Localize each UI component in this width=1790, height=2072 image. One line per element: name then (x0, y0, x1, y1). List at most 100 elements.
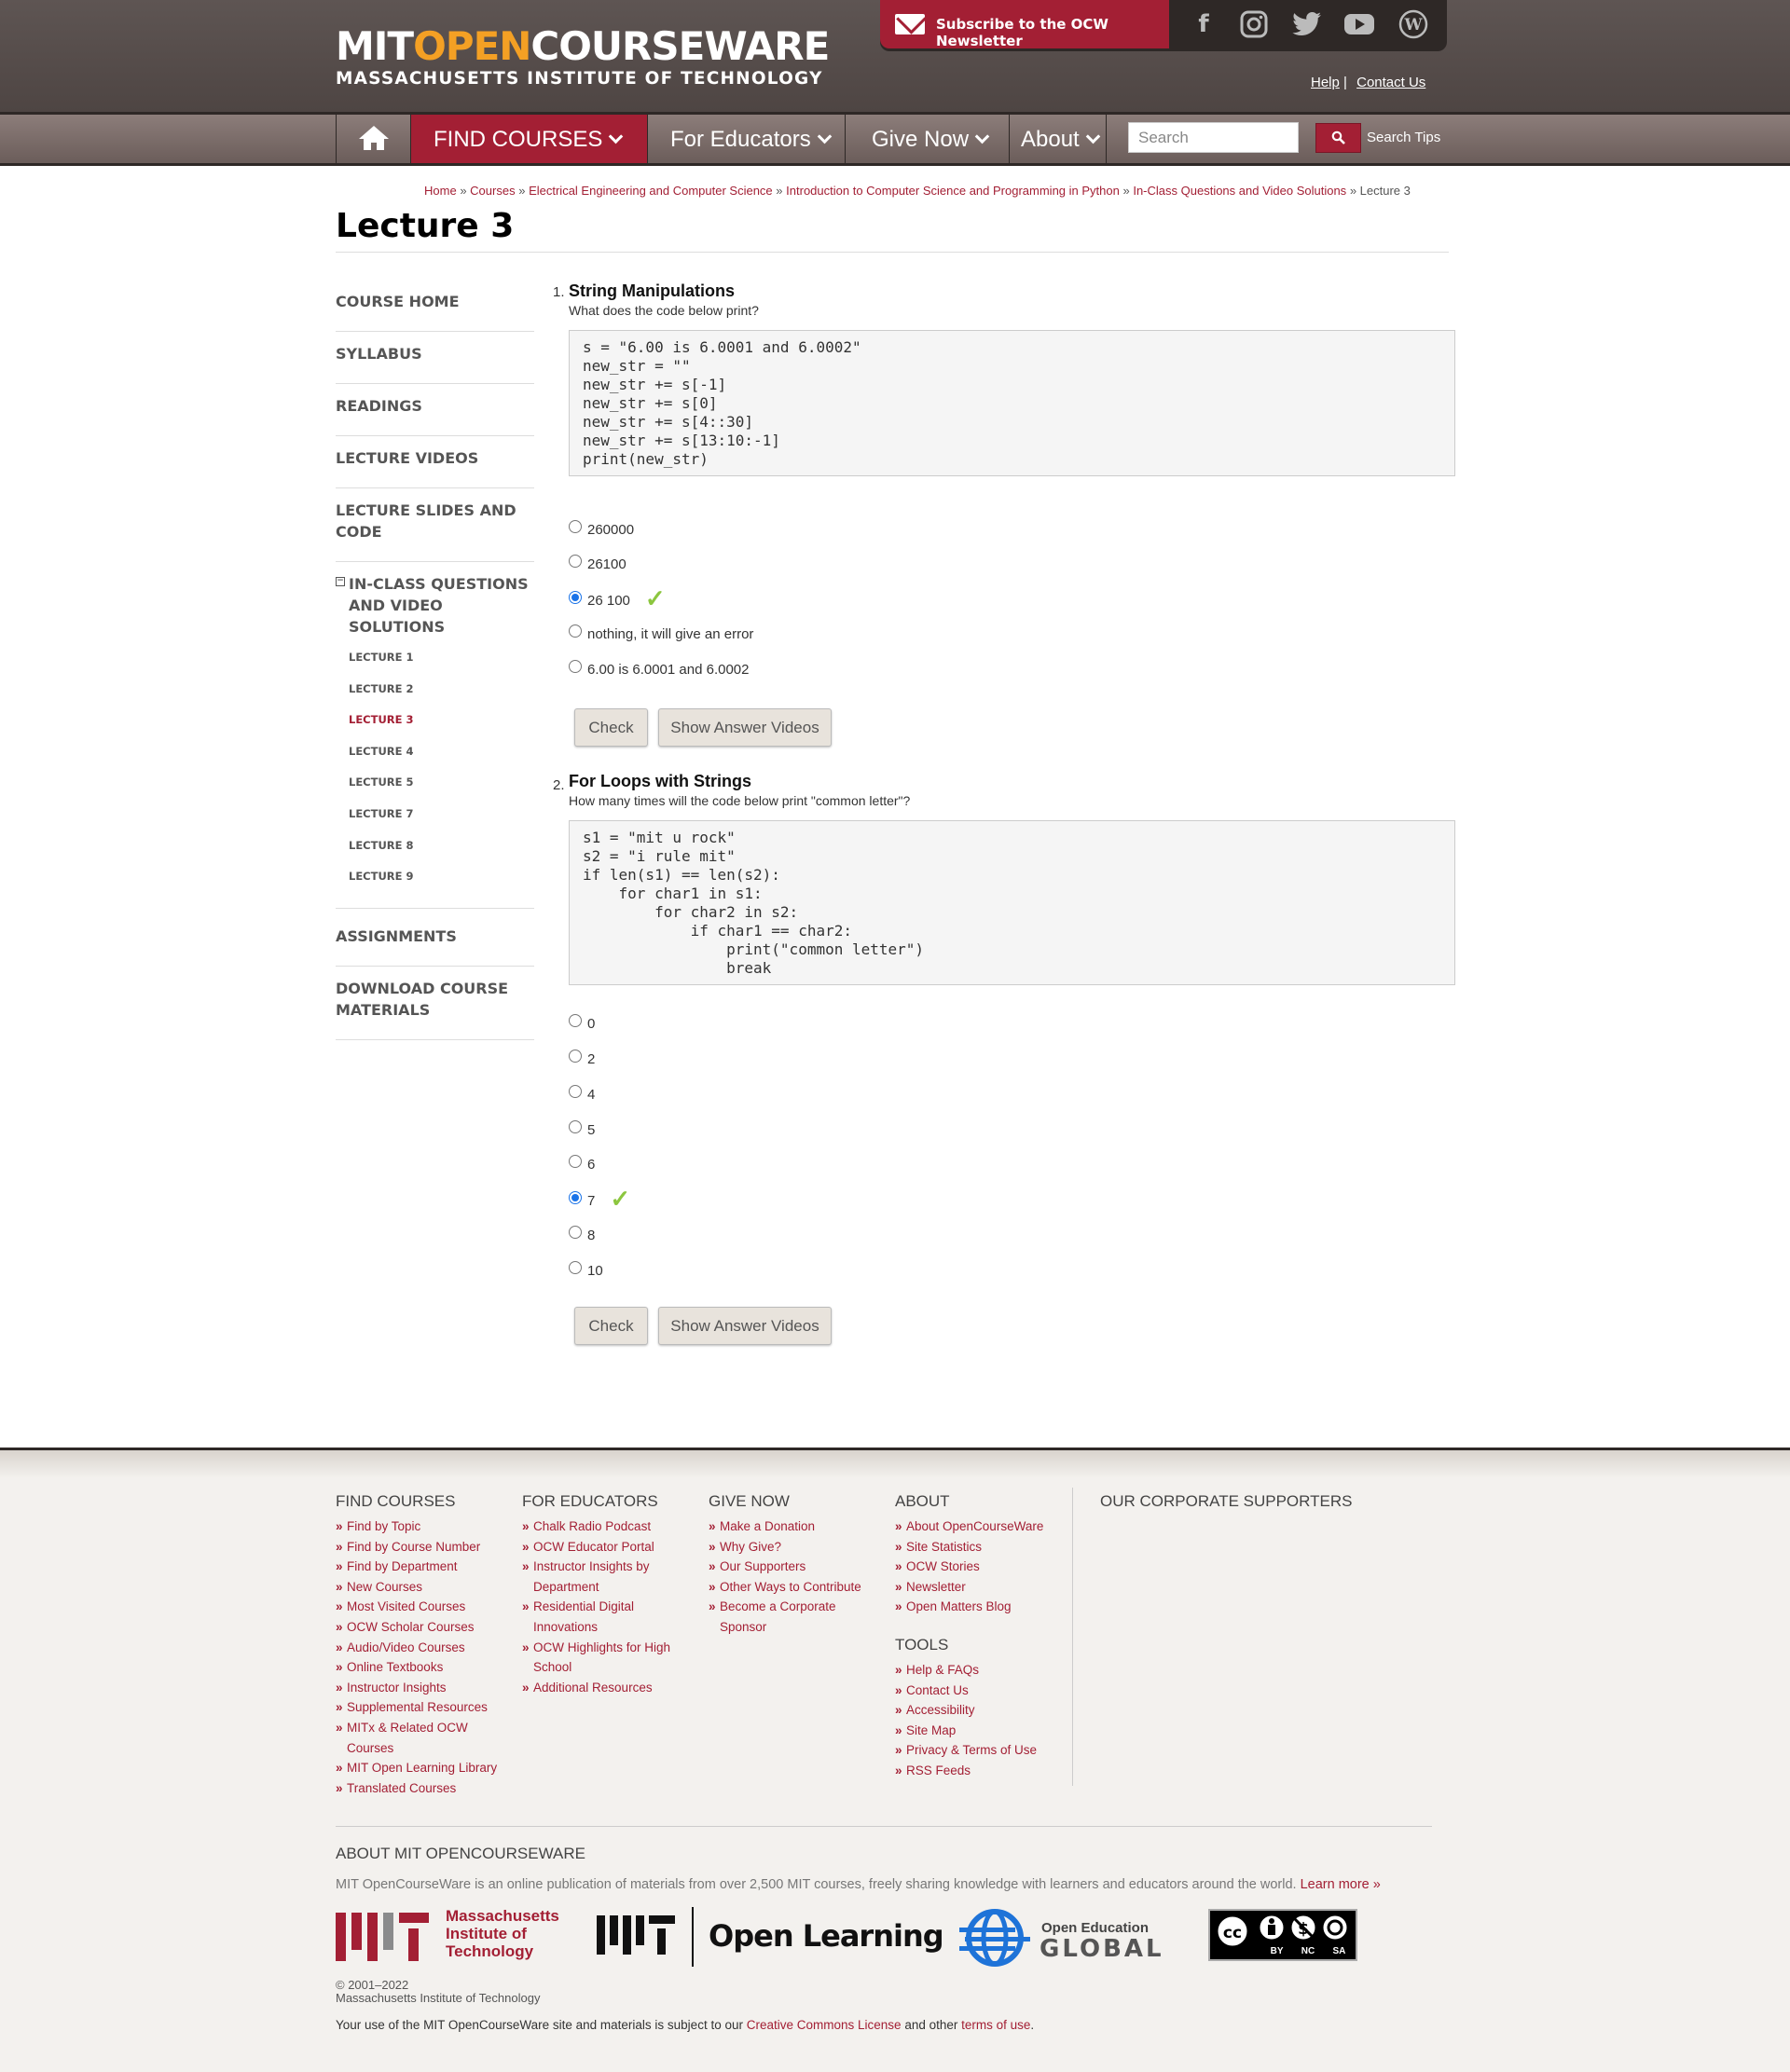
footer-link[interactable]: Supplemental Resources (336, 1697, 497, 1718)
radio-button[interactable] (569, 1014, 582, 1027)
sidebar-item-download[interactable]: DOWNLOAD COURSE MATERIALS (336, 967, 534, 1041)
mit-open-learning-logo[interactable]: Open Learning (597, 1907, 944, 1967)
footer-link[interactable]: Help & FAQs (895, 1660, 1043, 1681)
footer-link[interactable]: Contact Us (895, 1681, 1043, 1701)
footer-link[interactable]: Site Map (895, 1721, 1043, 1741)
answer-option[interactable]: 5 (569, 1120, 595, 1138)
footer-link[interactable]: Audio/Video Courses (336, 1638, 497, 1658)
radio-button-checked[interactable] (569, 591, 582, 604)
show-answer-videos-button[interactable]: Show Answer Videos (658, 1307, 832, 1345)
footer-link[interactable]: RSS Feeds (895, 1761, 1043, 1781)
footer-link[interactable]: Most Visited Courses (336, 1597, 497, 1617)
subscribe-newsletter-button[interactable]: Subscribe to the OCW Newsletter (880, 0, 1169, 49)
nav-find-courses[interactable]: FIND COURSES (410, 115, 647, 163)
answer-option-selected[interactable]: 26 100 ✓ (569, 584, 666, 613)
footer-link[interactable]: OCW Highlights for High School (522, 1638, 685, 1678)
radio-button[interactable] (569, 1261, 582, 1274)
sidebar-item-in-class-questions[interactable]: − IN-CLASS QUESTIONS AND VIDEO SOLUTIONS (336, 573, 534, 638)
footer-link[interactable]: Other Ways to Contribute (709, 1577, 861, 1598)
radio-button[interactable] (569, 555, 582, 568)
radio-button[interactable] (569, 660, 582, 673)
sidebar-item-lecture-slides[interactable]: LECTURE SLIDES AND CODE (336, 488, 534, 562)
answer-option[interactable]: 0 (569, 1014, 595, 1032)
answer-option[interactable]: 10 (569, 1261, 603, 1279)
footer-link[interactable]: About OpenCourseWare (895, 1516, 1043, 1537)
terms-of-use-link[interactable]: terms of use (961, 2018, 1030, 2032)
radio-button[interactable] (569, 1085, 582, 1098)
radio-button[interactable] (569, 520, 582, 533)
footer-link[interactable]: Find by Course Number (336, 1537, 497, 1557)
wordpress-icon[interactable]: W (1398, 8, 1429, 40)
footer-link[interactable]: Find by Department (336, 1557, 497, 1577)
radio-button[interactable] (569, 1155, 582, 1168)
footer-link[interactable]: Instructor Insights (336, 1678, 497, 1698)
check-button[interactable]: Check (574, 1307, 648, 1345)
footer-link[interactable]: MIT Open Learning Library (336, 1758, 497, 1778)
sidebar-item-course-home[interactable]: COURSE HOME (336, 280, 534, 332)
footer-link[interactable]: Chalk Radio Podcast (522, 1516, 685, 1537)
sidebar-subitem-lecture-9[interactable]: LECTURE 9 (349, 869, 534, 889)
footer-link[interactable]: Why Give? (709, 1537, 861, 1557)
nav-give-now[interactable]: Give Now (845, 115, 1009, 163)
search-button[interactable] (1315, 123, 1361, 153)
footer-link[interactable]: Translated Courses (336, 1778, 497, 1799)
footer-link[interactable]: OCW Scholar Courses (336, 1617, 497, 1638)
nav-home-button[interactable] (336, 115, 410, 163)
creative-commons-link[interactable]: Creative Commons License (747, 2018, 902, 2032)
twitter-icon[interactable] (1291, 8, 1323, 40)
footer-link[interactable]: Find by Topic (336, 1516, 497, 1537)
open-education-global-logo[interactable]: Open Education GLOBAL (957, 1907, 1172, 1969)
footer-link[interactable]: Open Matters Blog (895, 1597, 1043, 1617)
sidebar-subitem-lecture-1[interactable]: LECTURE 1 (349, 650, 534, 681)
footer-link[interactable]: Additional Resources (522, 1678, 685, 1698)
help-link[interactable]: Help (1311, 75, 1340, 90)
footer-link[interactable]: Site Statistics (895, 1537, 1043, 1557)
contact-us-link[interactable]: Contact Us (1356, 75, 1425, 90)
sidebar-item-syllabus[interactable]: SYLLABUS (336, 332, 534, 384)
breadcrumb-courses[interactable]: Courses (470, 184, 515, 198)
answer-option-selected[interactable]: 7 ✓ (569, 1185, 630, 1214)
learn-more-link[interactable]: Learn more » (1301, 1877, 1381, 1892)
sidebar-item-assignments[interactable]: ASSIGNMENTS (336, 909, 534, 967)
sidebar-subitem-lecture-3[interactable]: LECTURE 3 (349, 712, 534, 744)
radio-button[interactable] (569, 1226, 582, 1239)
answer-option[interactable]: 8 (569, 1226, 595, 1243)
answer-option[interactable]: nothing, it will give an error (569, 624, 753, 642)
sidebar-subitem-lecture-2[interactable]: LECTURE 2 (349, 681, 534, 713)
nav-for-educators[interactable]: For Educators (647, 115, 845, 163)
answer-option[interactable]: 4 (569, 1085, 595, 1103)
ocw-logo[interactable]: MITOPENCOURSEWARE MASSACHUSETTS INSTITUT… (336, 25, 830, 89)
footer-link[interactable]: Instructor Insights by Department (522, 1557, 662, 1597)
footer-link[interactable]: Make a Donation (709, 1516, 861, 1537)
sidebar-item-readings[interactable]: READINGS (336, 384, 534, 436)
answer-option[interactable]: 6.00 is 6.0001 and 6.0002 (569, 660, 749, 678)
instagram-icon[interactable] (1238, 8, 1270, 40)
sidebar-subitem-lecture-5[interactable]: LECTURE 5 (349, 775, 534, 806)
footer-link[interactable]: Our Supporters (709, 1557, 861, 1577)
footer-link[interactable]: OCW Stories (895, 1557, 1043, 1577)
footer-link[interactable]: New Courses (336, 1577, 497, 1598)
sidebar-subitem-lecture-4[interactable]: LECTURE 4 (349, 744, 534, 775)
radio-button-checked[interactable] (569, 1191, 582, 1204)
search-tips-link[interactable]: Search Tips (1367, 130, 1440, 145)
collapse-icon[interactable]: − (336, 577, 345, 586)
radio-button[interactable] (569, 1120, 582, 1133)
facebook-icon[interactable]: f (1188, 8, 1219, 40)
creative-commons-badge[interactable]: cc $ BY NC SA (1208, 1909, 1357, 1961)
search-input[interactable]: Search (1128, 122, 1299, 153)
footer-link[interactable]: OCW Educator Portal (522, 1537, 685, 1557)
answer-option[interactable]: 2 (569, 1050, 595, 1067)
footer-link[interactable]: Residential Digital Innovations (522, 1597, 662, 1637)
breadcrumb-course[interactable]: Introduction to Computer Science and Pro… (786, 184, 1120, 198)
answer-option[interactable]: 26100 (569, 555, 626, 572)
footer-link[interactable]: Online Textbooks (336, 1657, 497, 1678)
sidebar-subitem-lecture-8[interactable]: LECTURE 8 (349, 838, 534, 870)
footer-link[interactable]: Privacy & Terms of Use (895, 1740, 1043, 1761)
footer-link[interactable]: Accessibility (895, 1700, 1043, 1721)
answer-option[interactable]: 260000 (569, 520, 634, 538)
show-answer-videos-button[interactable]: Show Answer Videos (658, 708, 832, 747)
nav-about[interactable]: About (1009, 115, 1107, 163)
answer-option[interactable]: 6 (569, 1155, 595, 1173)
footer-link[interactable]: MITx & Related OCW Courses (336, 1718, 480, 1758)
youtube-icon[interactable] (1343, 8, 1375, 40)
